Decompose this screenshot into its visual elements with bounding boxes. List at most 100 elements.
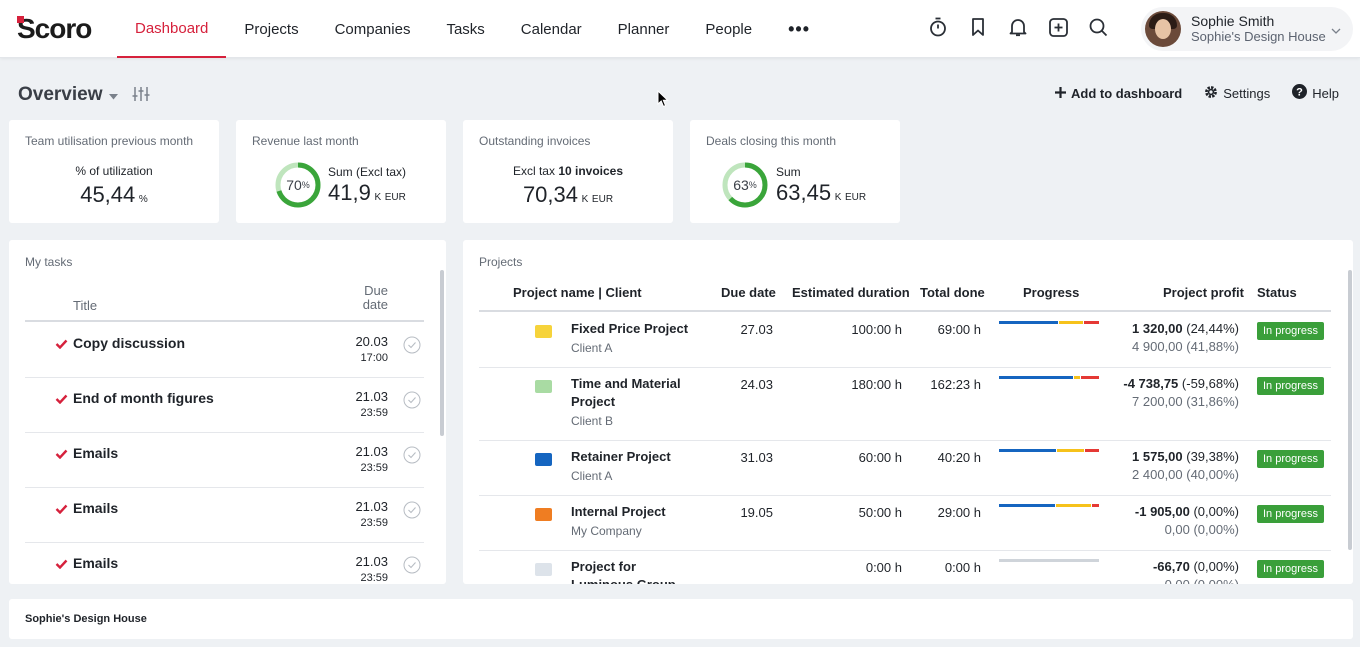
deals-donut: 63% [722,162,768,208]
complete-circle-icon[interactable] [403,556,421,577]
avatar [1145,11,1181,47]
profit-main: 1 320,00 [1132,321,1183,336]
kpi-label: Deals closing this month [706,134,837,148]
kpi-unit-k: K [834,192,842,203]
main-nav: Dashboard Projects Companies Tasks Calen… [117,0,828,58]
progress-done [999,449,1056,452]
task-time: 23:59 [360,572,388,584]
user-menu[interactable]: Sophie Smith Sophie's Design House [1141,7,1353,51]
logo-text: Scoro [17,13,92,44]
user-company: Sophie's Design House [1191,29,1326,44]
kpi-sub: Sum [776,165,801,179]
add-square-icon[interactable] [1048,17,1068,37]
col-project-name[interactable]: Project name | Client [513,285,642,300]
svg-text:?: ? [1296,87,1303,99]
col-progress[interactable]: Progress [1023,285,1079,300]
nav-more-button[interactable]: ••• [770,0,828,58]
task-row[interactable]: Copy discussion 20.03 17:00 [25,323,424,378]
profit-sub: 0,00 (0,00%) [1164,522,1239,537]
kpi-label: Team utilisation previous month [25,134,194,148]
nav-item-dashboard[interactable]: Dashboard [117,0,227,58]
project-name[interactable]: Retainer Project [571,448,701,466]
kpi-unit-k: K [374,192,382,203]
check-icon [55,502,68,517]
status-badge[interactable]: In progress [1257,505,1325,523]
nav-item-companies[interactable]: Companies [317,0,429,58]
dashboard-actions: Add to dashboard Settings ? Help [1055,84,1339,102]
project-client[interactable]: Client A [571,469,612,483]
project-estimated: 100:00 h [851,322,902,337]
kpi-unit: EUR [591,194,614,205]
project-due: 27.03 [740,322,773,337]
nav-item-projects[interactable]: Projects [226,0,316,58]
add-to-dashboard-button[interactable]: Add to dashboard [1055,84,1182,102]
settings-button[interactable]: Settings [1204,84,1270,102]
complete-circle-icon[interactable] [403,336,421,357]
task-row[interactable]: End of month figures 21.03 23:59 [25,378,424,433]
task-title[interactable]: Emails [73,500,118,516]
task-title[interactable]: Emails [73,445,118,461]
check-icon [55,392,68,407]
project-client[interactable]: Client A [571,341,612,355]
task-title[interactable]: Emails [73,555,118,571]
complete-circle-icon[interactable] [403,391,421,412]
scoro-logo[interactable]: Scoro [17,13,92,44]
bell-icon[interactable] [1008,17,1028,37]
profit-main: 1 575,00 [1132,449,1183,464]
project-client[interactable]: My Company [571,524,642,538]
logo-mark [17,16,24,23]
kpi-team-utilisation[interactable]: Team utilisation previous month % of uti… [9,120,219,223]
overview-title[interactable]: Overview [18,84,103,106]
nav-item-calendar[interactable]: Calendar [503,0,600,58]
project-name[interactable]: Internal Project [571,503,701,521]
caret-down-icon[interactable] [108,88,118,103]
kpi-value: 70,34 [522,182,578,207]
filter-sliders-icon[interactable] [132,86,150,105]
revenue-donut: 70% [275,162,321,208]
col-project-profit[interactable]: Project profit [1163,285,1244,300]
kpi-outstanding-invoices[interactable]: Outstanding invoices Excl tax 10 invoice… [463,120,673,223]
task-time: 23:59 [360,462,388,474]
task-row[interactable]: Emails 21.03 23:59 [25,543,424,584]
donut-percent: 70 [286,177,302,193]
task-title[interactable]: Copy discussion [73,335,185,351]
status-badge[interactable]: In progress [1257,450,1325,468]
check-icon [55,447,68,462]
col-due-date[interactable]: Due date [721,285,776,300]
task-row[interactable]: Emails 21.03 23:59 [25,488,424,543]
nav-item-people[interactable]: People [687,0,770,58]
col-status[interactable]: Status [1257,285,1297,300]
kpi-unit: EUR [384,192,406,203]
kpi-value: 45,44 [80,182,136,207]
kpi-revenue-last-month[interactable]: Revenue last month 70% Sum (Excl tax) 41… [236,120,446,223]
complete-circle-icon[interactable] [403,501,421,522]
complete-circle-icon[interactable] [403,446,421,467]
bookmark-icon[interactable] [968,17,988,37]
kpi-unit-k: K [581,194,589,205]
nav-item-tasks[interactable]: Tasks [428,0,502,58]
kpi-deals-closing[interactable]: Deals closing this month 63% Sum 63,45 K… [690,120,900,223]
status-badge[interactable]: In progress [1257,560,1325,578]
task-row[interactable]: Emails 21.03 23:59 [25,433,424,488]
col-estimated-duration[interactable]: Estimated duration [792,285,910,300]
col-total-done[interactable]: Total done [920,285,985,300]
my-tasks-widget: My tasks Title Due date Copy discussion … [9,240,446,584]
projects-scrollbar[interactable] [1348,270,1352,550]
footer-bar: Sophie's Design House [9,599,1353,639]
project-name[interactable]: Project for Luminous Group [571,558,701,584]
status-badge[interactable]: In progress [1257,377,1325,395]
profit-main-pct: (-59,68%) [1181,376,1239,391]
task-title[interactable]: End of month figures [73,390,214,406]
help-button[interactable]: ? Help [1292,84,1339,102]
project-total-done: 0:00 h [944,560,981,575]
nav-item-planner[interactable]: Planner [600,0,688,58]
add-to-dashboard-label: Add to dashboard [1071,85,1183,101]
project-name[interactable]: Time and Material Project [571,375,701,411]
project-client[interactable]: Client B [571,414,613,428]
search-icon[interactable] [1088,17,1108,37]
tasks-scrollbar[interactable] [440,270,444,436]
timer-icon[interactable] [928,17,948,37]
kpi-sub-invoices: 10 invoices [558,164,624,178]
project-name[interactable]: Fixed Price Project [571,320,701,338]
status-badge[interactable]: In progress [1257,322,1325,340]
